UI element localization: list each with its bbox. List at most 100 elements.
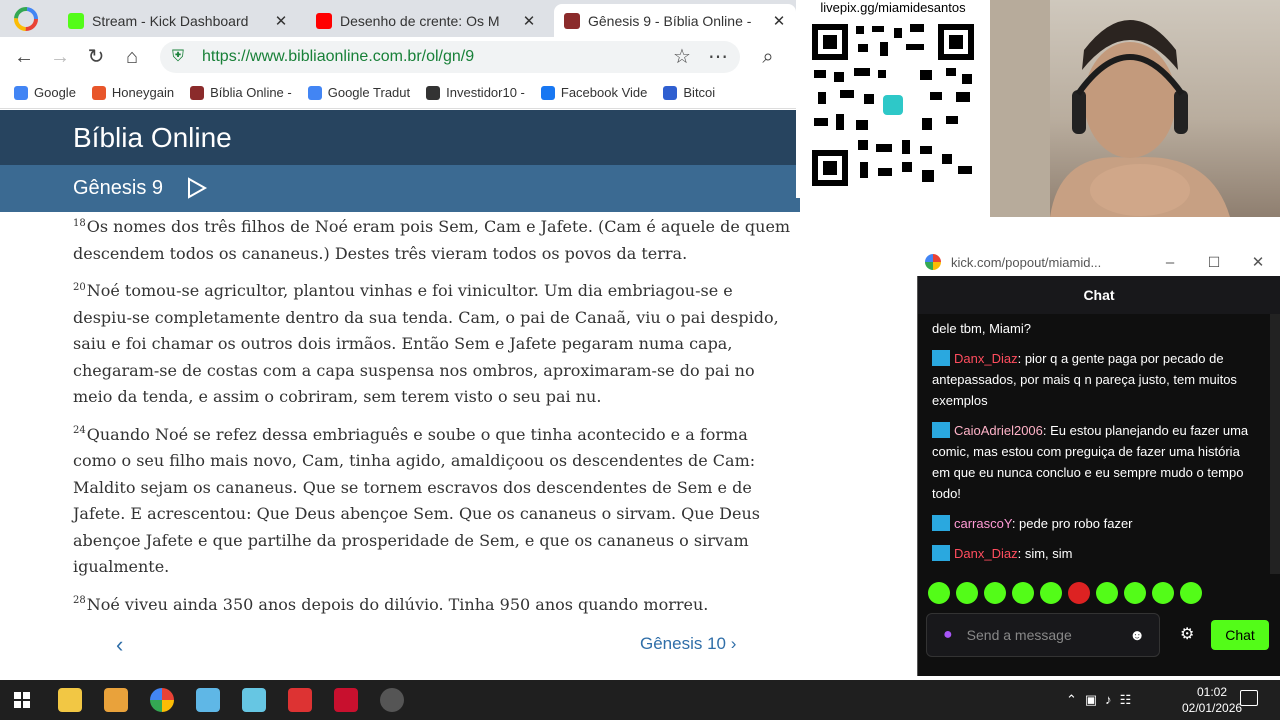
qr-code-icon: [810, 22, 976, 193]
taskbar-clock[interactable]: 01:02 02/01/2026: [1182, 684, 1242, 716]
close-tab-icon[interactable]: ✕: [274, 12, 288, 30]
next-chapter-link[interactable]: Gênesis 10 ›: [640, 634, 736, 654]
home-icon[interactable]: ⌂: [120, 45, 144, 69]
chat-messages: dele tbm, Miami? Danx_Diaz: pior q a gen…: [918, 314, 1270, 574]
file-explorer-icon[interactable]: [58, 688, 82, 712]
minimize-icon[interactable]: –: [1148, 254, 1192, 271]
badge-icon: [932, 350, 950, 366]
biblia-icon: [564, 12, 580, 29]
shield-icon: ⛨: [172, 48, 185, 65]
chat-message: Danx_Diaz: sim, sim: [932, 543, 1256, 564]
tab-genesis[interactable]: Gênesis 9 - Bíblia Online - ✕: [554, 4, 796, 37]
badge-icon: [932, 422, 950, 438]
flash-icon[interactable]: [334, 688, 358, 712]
emote-icon[interactable]: [1152, 582, 1174, 604]
bookmark-biblia[interactable]: Bíblia Online -: [190, 85, 292, 100]
close-tab-icon[interactable]: ✕: [522, 12, 536, 30]
bookmark-google[interactable]: Google: [14, 85, 76, 100]
microphone-icon[interactable]: ●: [943, 626, 953, 644]
site-title[interactable]: Bíblia Online: [73, 122, 232, 154]
forward-icon[interactable]: →: [48, 45, 72, 69]
emote-icon[interactable]: [1124, 582, 1146, 604]
emote-icon[interactable]: [1012, 582, 1034, 604]
badge-icon: [932, 545, 950, 561]
bookmark-facebook[interactable]: Facebook Vide: [540, 85, 647, 100]
back-icon[interactable]: ←: [12, 45, 36, 69]
bookmark-bitcoin[interactable]: Bitcoi: [663, 85, 715, 100]
browser-taskbar-icon[interactable]: [150, 688, 174, 712]
maximize-icon[interactable]: ☐: [1192, 254, 1236, 271]
emote-icon[interactable]: [956, 582, 978, 604]
emoji-icon[interactable]: ☻: [1129, 627, 1145, 644]
investidor-icon: [426, 85, 441, 100]
bookmark-translate[interactable]: Google Tradut: [307, 85, 410, 100]
chat-message: dele tbm, Miami?: [932, 318, 1256, 339]
notification-icon[interactable]: [1240, 690, 1258, 706]
username[interactable]: CaioAdriel2006: [954, 423, 1043, 438]
verse-number: 18: [73, 217, 86, 229]
app-icon[interactable]: [196, 688, 220, 712]
emote-icon[interactable]: [1040, 582, 1062, 604]
media-player-icon[interactable]: [104, 688, 128, 712]
chat-send-button[interactable]: Chat: [1211, 620, 1269, 650]
verse: 18Os nomes dos três filhos de Noé eram p…: [73, 214, 793, 267]
username[interactable]: Danx_Diaz: [954, 351, 1018, 366]
close-tab-icon[interactable]: ✕: [772, 12, 786, 30]
verse-text: Os nomes dos três filhos de Noé eram poi…: [73, 217, 791, 263]
address-bar[interactable]: ⛨ https://www.bibliaonline.com.br/ol/gn/…: [160, 41, 740, 73]
biblia-icon: [190, 85, 205, 100]
emote-icon[interactable]: [1180, 582, 1202, 604]
close-icon[interactable]: ✕: [1236, 253, 1280, 271]
honeygain-icon: [91, 85, 106, 100]
system-tray[interactable]: ⌃▣♪☷: [1066, 692, 1139, 708]
chat-scrollbar[interactable]: [1270, 314, 1280, 574]
verse-text: Noé viveu ainda 350 anos depois do dilúv…: [86, 594, 709, 614]
star-icon[interactable]: ☆: [670, 45, 694, 69]
url-text: https://www.bibliaonline.com.br/ol/gn/9: [202, 48, 475, 65]
app-icon[interactable]: [242, 688, 266, 712]
username[interactable]: carrascoY: [954, 516, 1012, 531]
chat-message: carrascoY: pede pro robo fazer: [932, 513, 1256, 534]
tab-title: Desenho de crente: Os M: [340, 12, 500, 29]
clock-time: 01:02: [1196, 685, 1228, 699]
chat-message: CaioAdriel2006: Eu estou planejando eu f…: [932, 420, 1256, 504]
facebook-icon: [540, 85, 555, 100]
search-icon[interactable]: ⌕: [756, 45, 780, 69]
obs-icon[interactable]: [380, 688, 404, 712]
emote-icon[interactable]: [1068, 582, 1090, 604]
bookmark-label: Google: [34, 85, 76, 100]
emote-icon[interactable]: [928, 582, 950, 604]
chat-window-title: kick.com/popout/miamid...: [951, 254, 1102, 270]
reload-icon[interactable]: ↻: [84, 45, 108, 69]
message-input[interactable]: ● Send a message ☻: [926, 613, 1160, 657]
bookmark-label: Honeygain: [111, 85, 175, 100]
bookmark-honeygain[interactable]: Honeygain: [91, 85, 175, 100]
tab-desenho[interactable]: Desenho de crente: Os M ✕: [306, 4, 546, 37]
verse: 24Quando Noé se refez dessa embriaguês e…: [73, 422, 793, 581]
verse: 28Noé viveu ainda 350 anos depois do dil…: [73, 592, 793, 619]
windows-start-icon[interactable]: [14, 692, 30, 713]
message-text: : pede pro robo fazer: [1011, 516, 1133, 531]
kick-icon: [68, 12, 84, 29]
verse-text: Quando Noé se refez dessa embriaguês e s…: [73, 424, 760, 577]
bookmark-investidor[interactable]: Investidor10 -: [426, 85, 525, 100]
tab-kick-dashboard[interactable]: Stream - Kick Dashboard ✕: [58, 4, 298, 37]
bitcoin-icon: [663, 85, 678, 100]
verse-number: 28: [73, 595, 86, 607]
calculator-icon[interactable]: [288, 688, 312, 712]
username[interactable]: Danx_Diaz: [954, 546, 1018, 561]
message-placeholder: Send a message: [966, 627, 1072, 643]
webcam-feed: [990, 0, 1280, 217]
emote-icon[interactable]: [984, 582, 1006, 604]
browser-menu-icon[interactable]: [4, 4, 48, 34]
bookmark-label: Investidor10 -: [446, 85, 525, 100]
previous-chapter-icon[interactable]: ‹: [116, 632, 123, 658]
emote-icon[interactable]: [1096, 582, 1118, 604]
more-icon[interactable]: ⋯: [706, 45, 730, 69]
next-chapter-label: Gênesis 10: [640, 634, 726, 653]
qr-label: livepix.gg/miamidesantos: [820, 0, 966, 15]
play-icon[interactable]: [186, 177, 208, 204]
gear-icon[interactable]: ⚙: [1180, 624, 1194, 644]
bookmark-label: Bíblia Online -: [210, 85, 292, 100]
youtube-icon: [316, 12, 332, 29]
